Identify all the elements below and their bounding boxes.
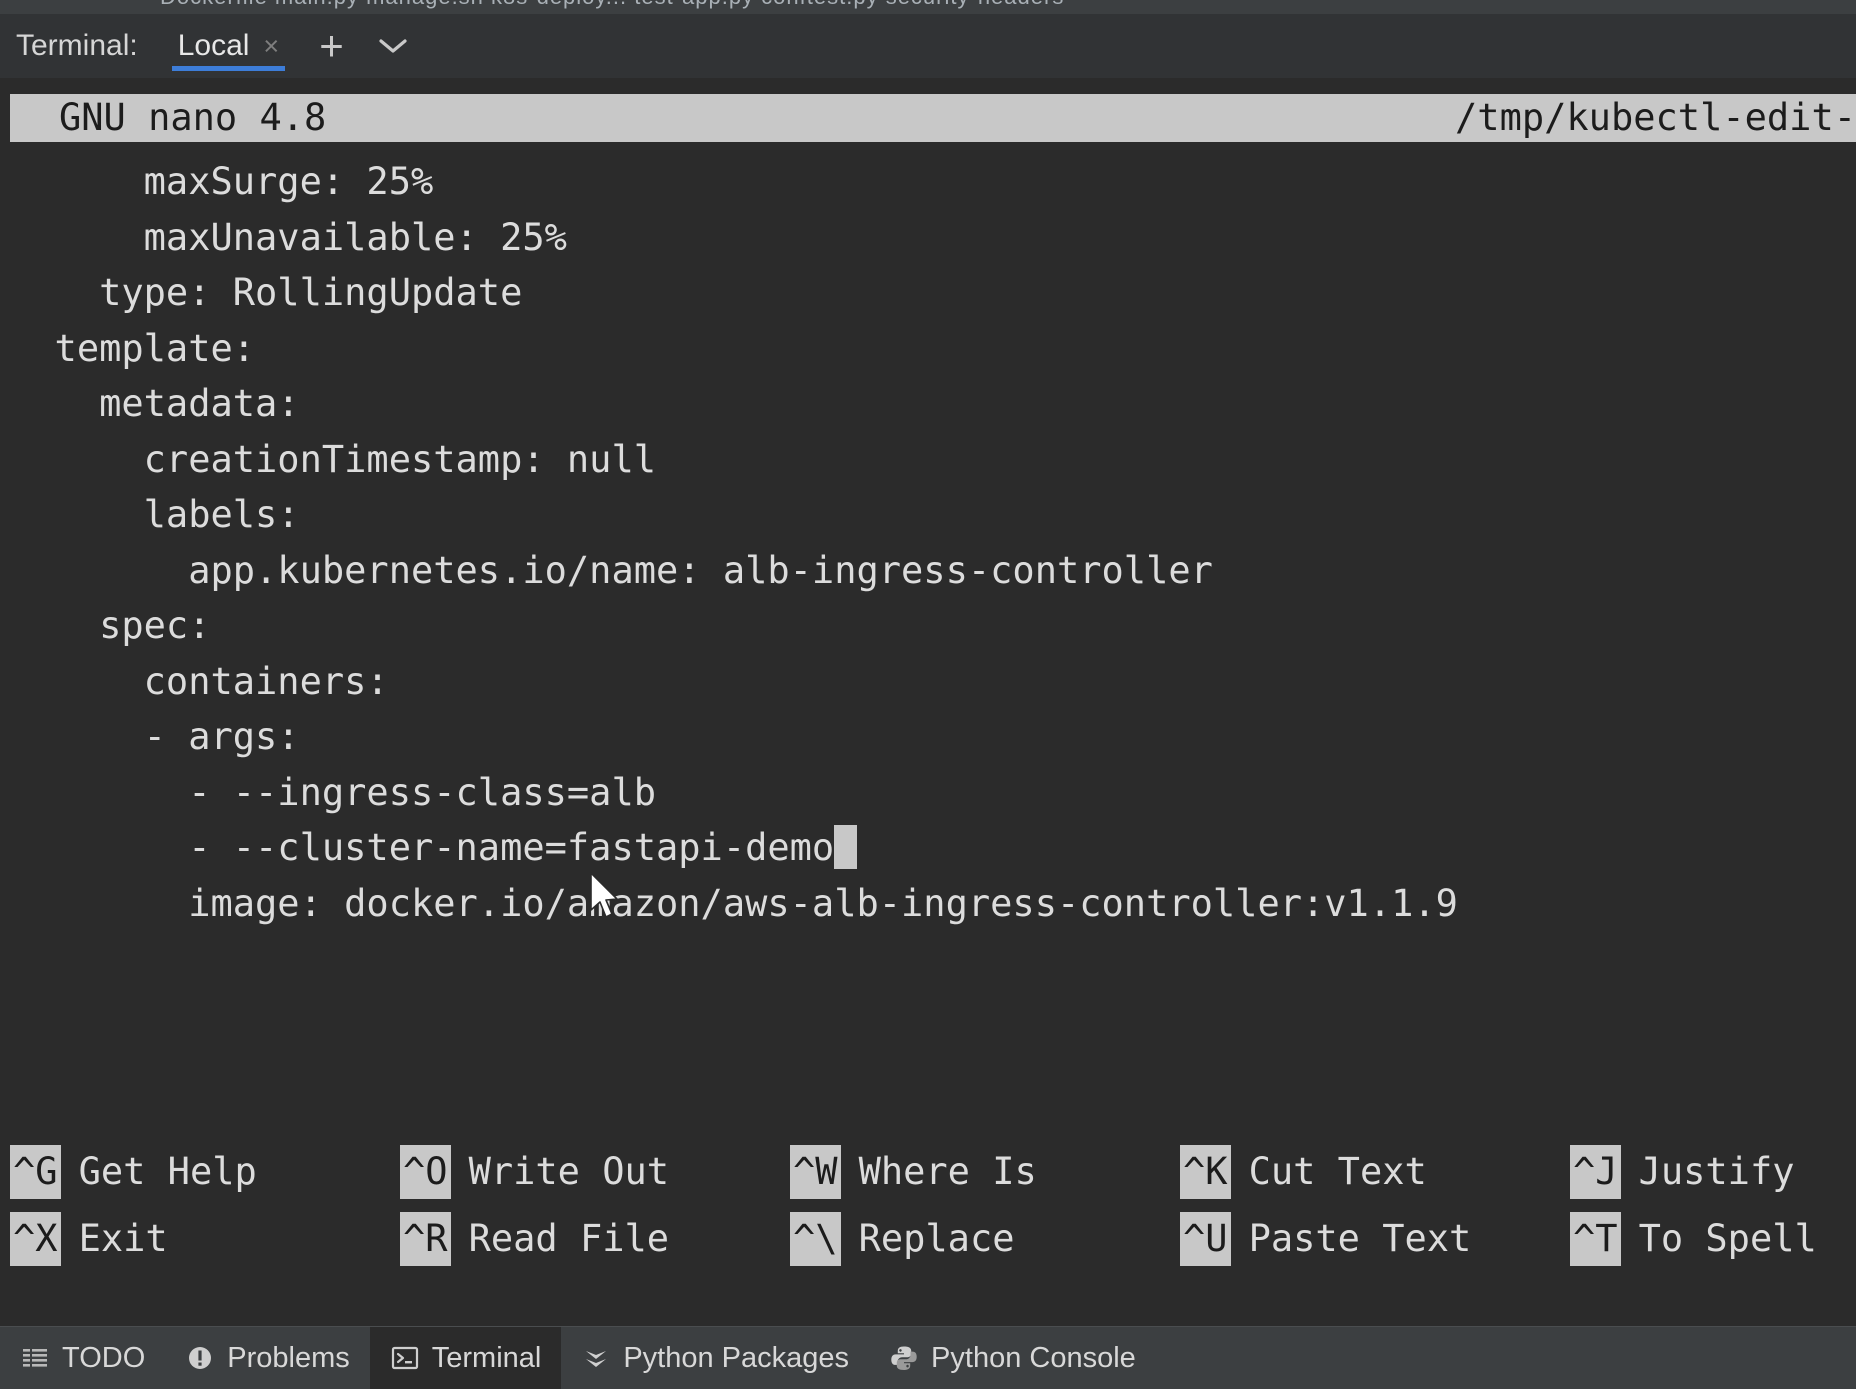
- ide-status-toolbar: TODO Problems Terminal Python Packages P…: [0, 1326, 1856, 1389]
- shortcut-key: ^R: [400, 1212, 451, 1266]
- code-line: app.kubernetes.io/name: alb-ingress-cont…: [0, 543, 1856, 599]
- shortcut-justify[interactable]: ^J Justify: [1570, 1145, 1795, 1199]
- python-icon: [889, 1343, 919, 1373]
- double-chevron-down-icon: [581, 1343, 611, 1373]
- shortcut-key: ^\: [790, 1212, 841, 1266]
- terminal-tab-active-underline: [172, 66, 286, 71]
- shortcut-key: ^T: [1570, 1212, 1621, 1266]
- terminal-tab-local[interactable]: Local ×: [172, 14, 286, 78]
- code-line: spec:: [0, 598, 1856, 654]
- shortcut-write-out[interactable]: ^O Write Out: [400, 1145, 790, 1199]
- status-bar-item-label: Problems: [227, 1342, 350, 1375]
- shortcut-label: Cut Text: [1249, 1150, 1427, 1193]
- status-bar-spacer: [1156, 1327, 1856, 1389]
- shortcut-label: Write Out: [469, 1150, 669, 1193]
- status-bar-item-label: Python Packages: [623, 1342, 849, 1375]
- shortcut-label: Get Help: [79, 1150, 257, 1193]
- code-line: - --ingress-class=alb: [0, 765, 1856, 821]
- shortcut-replace[interactable]: ^\ Replace: [790, 1212, 1180, 1266]
- text-cursor: [834, 825, 857, 869]
- shortcut-get-help[interactable]: ^G Get Help: [0, 1145, 400, 1199]
- nano-filename-label: /tmp/kubectl-edit-: [1455, 94, 1856, 142]
- code-line-with-cursor: - --cluster-name=fastapi-demo: [0, 820, 1856, 876]
- code-line: containers:: [0, 654, 1856, 710]
- shortcut-label: Where Is: [859, 1150, 1037, 1193]
- shortcut-label: Replace: [859, 1217, 1015, 1260]
- code-line: image: docker.io/amazon/aws-alb-ingress-…: [0, 876, 1856, 932]
- shortcut-label: Justify: [1639, 1150, 1795, 1193]
- shortcut-label: Paste Text: [1249, 1217, 1472, 1260]
- nano-title-bar: GNU nano 4.8 /tmp/kubectl-edit-: [10, 94, 1856, 142]
- terminal-tool-window-title: Terminal:: [16, 29, 138, 63]
- code-line: labels:: [0, 487, 1856, 543]
- code-line: metadata:: [0, 376, 1856, 432]
- terminal-tool-window-header: Terminal: Local × +: [0, 14, 1856, 78]
- list-icon: [20, 1343, 50, 1373]
- shortcut-cut-text[interactable]: ^K Cut Text: [1180, 1145, 1570, 1199]
- terminal-options-dropdown-button[interactable]: [378, 37, 408, 55]
- code-line: template:: [0, 321, 1856, 377]
- terminal-icon: [390, 1343, 420, 1373]
- status-bar-item-terminal[interactable]: Terminal: [370, 1327, 562, 1389]
- shortcut-to-spell[interactable]: ^T To Spell: [1570, 1212, 1817, 1266]
- shortcut-key: ^J: [1570, 1145, 1621, 1199]
- shortcut-key: ^O: [400, 1145, 451, 1199]
- nano-shortcut-row-2: ^X Exit ^R Read File ^\ Replace ^U Paste…: [0, 1205, 1856, 1272]
- plus-icon: +: [319, 25, 344, 67]
- shortcut-label: Read File: [469, 1217, 669, 1260]
- shortcut-key: ^G: [10, 1145, 61, 1199]
- shortcut-key: ^X: [10, 1212, 61, 1266]
- nano-editor-buffer[interactable]: maxSurge: 25% maxUnavailable: 25% type: …: [0, 154, 1856, 931]
- status-bar-item-python-console[interactable]: Python Console: [869, 1327, 1156, 1389]
- status-bar-item-label: Terminal: [432, 1342, 542, 1375]
- status-bar-item-label: Python Console: [931, 1342, 1136, 1375]
- shortcut-key: ^K: [1180, 1145, 1231, 1199]
- code-line: type: RollingUpdate: [0, 265, 1856, 321]
- close-icon[interactable]: ×: [263, 33, 279, 60]
- shortcut-key: ^W: [790, 1145, 841, 1199]
- editor-tab-bar-sliver-text: Dockerfile main.py manage.sh k8s-deploy.…: [160, 0, 1064, 10]
- new-terminal-tab-button[interactable]: +: [319, 25, 344, 67]
- status-bar-item-problems[interactable]: Problems: [165, 1327, 370, 1389]
- code-line: - args:: [0, 709, 1856, 765]
- nano-version-label: GNU nano 4.8: [59, 94, 326, 142]
- status-bar-item-python-packages[interactable]: Python Packages: [561, 1327, 869, 1389]
- shortcut-read-file[interactable]: ^R Read File: [400, 1212, 790, 1266]
- nano-shortcut-row-1: ^G Get Help ^O Write Out ^W Where Is ^K …: [0, 1138, 1856, 1205]
- code-line: maxSurge: 25%: [0, 154, 1856, 210]
- shortcut-exit[interactable]: ^X Exit: [0, 1212, 400, 1266]
- shortcut-label: Exit: [79, 1217, 168, 1260]
- shortcut-paste-text[interactable]: ^U Paste Text: [1180, 1212, 1570, 1266]
- code-line: creationTimestamp: null: [0, 432, 1856, 488]
- shortcut-key: ^U: [1180, 1212, 1231, 1266]
- status-bar-item-label: TODO: [62, 1342, 145, 1375]
- shortcut-where-is[interactable]: ^W Where Is: [790, 1145, 1180, 1199]
- nano-shortcut-bar: ^G Get Help ^O Write Out ^W Where Is ^K …: [0, 1138, 1856, 1272]
- warning-circle-icon: [185, 1343, 215, 1373]
- terminal-output-area[interactable]: GNU nano 4.8 /tmp/kubectl-edit- maxSurge…: [0, 78, 1856, 1308]
- shortcut-label: To Spell: [1639, 1217, 1817, 1260]
- editor-tab-bar-sliver: Dockerfile main.py manage.sh k8s-deploy.…: [0, 0, 1856, 14]
- chevron-down-icon: [378, 37, 408, 55]
- code-line-text: - --cluster-name=fastapi-demo: [10, 826, 834, 869]
- code-line: maxUnavailable: 25%: [0, 210, 1856, 266]
- status-bar-item-todo[interactable]: TODO: [0, 1327, 165, 1389]
- terminal-tab-label: Local: [178, 29, 250, 63]
